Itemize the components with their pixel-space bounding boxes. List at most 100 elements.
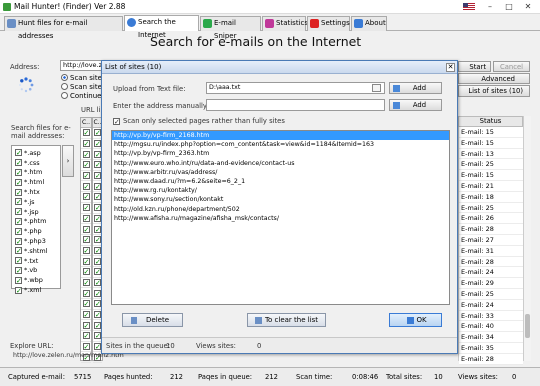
tab-statistics[interactable]: Statistics <box>262 16 308 31</box>
row-checkbox[interactable]: ✓ <box>82 193 90 201</box>
status-scrollbar[interactable] <box>523 116 531 361</box>
cancel-button[interactable]: Cancel <box>493 61 530 72</box>
row-checkbox[interactable]: ✓ <box>94 204 101 212</box>
start-button[interactable]: Start <box>458 61 491 72</box>
extension-item[interactable]: ✓ *.css <box>12 158 60 168</box>
extension-checkbox[interactable]: ✓ <box>15 198 22 206</box>
ok-button[interactable]: OK <box>389 313 442 327</box>
extension-item[interactable]: ✓ *.phtm <box>12 217 60 227</box>
row-checkbox[interactable]: ✓ <box>82 129 90 137</box>
status-column-header[interactable]: Status <box>458 116 523 127</box>
row-checkbox[interactable]: ✓ <box>82 257 90 265</box>
row-checkbox[interactable]: ✓ <box>94 182 101 190</box>
extension-item[interactable]: ✓ *.htx <box>12 187 60 197</box>
scan-only-option[interactable]: ✓ Scan only selected pages rather than f… <box>113 117 285 125</box>
extension-checkbox[interactable]: ✓ <box>15 188 22 196</box>
extension-item[interactable]: ✓ *.jsp <box>12 207 60 217</box>
row-checkbox[interactable]: ✓ <box>94 225 101 233</box>
extension-checkbox[interactable]: ✓ <box>15 159 22 167</box>
extension-checkbox[interactable]: ✓ <box>15 227 22 235</box>
row-checkbox[interactable]: ✓ <box>94 278 101 286</box>
row-checkbox[interactable]: ✓ <box>82 332 90 340</box>
extension-item[interactable]: ✓ *.html <box>12 177 60 187</box>
tab-hunt-files[interactable]: Hunt files for e-mail addresses <box>4 16 123 40</box>
row-checkbox[interactable]: ✓ <box>82 214 90 222</box>
url-list-item[interactable]: http://www.arbitr.ru/vas/address/ <box>112 168 449 177</box>
extension-item[interactable]: ✓ *.txt <box>12 256 60 266</box>
extension-checkbox[interactable]: ✓ <box>15 178 22 186</box>
url-list-item[interactable]: http://mgsu.ru/index.php?option=com_cont… <box>112 140 449 149</box>
close-icon[interactable]: ✕ <box>446 63 455 72</box>
tab-email-sniper[interactable]: E-mail Sniper <box>200 16 261 40</box>
radio-continue[interactable]: Continue <box>61 91 102 100</box>
extension-checkbox[interactable]: ✓ <box>15 217 22 225</box>
extension-checkbox[interactable]: ✓ <box>15 208 22 216</box>
row-checkbox[interactable]: ✓ <box>94 193 101 201</box>
extension-item[interactable]: ✓ *.xml <box>12 285 60 295</box>
clear-list-button[interactable]: To clear the list <box>247 313 326 327</box>
add-file-button[interactable]: Add <box>389 82 442 94</box>
row-checkbox[interactable]: ✓ <box>82 268 90 276</box>
extension-scroll-button[interactable]: › <box>62 145 74 177</box>
radio-button[interactable] <box>61 83 68 90</box>
row-checkbox[interactable]: ✓ <box>82 140 90 148</box>
extension-checkbox[interactable]: ✓ <box>15 237 22 245</box>
extension-checkbox[interactable]: ✓ <box>15 276 22 284</box>
url-list-item[interactable]: http://www.afisha.ru/magazine/afisha_msk… <box>112 214 449 223</box>
row-checkbox[interactable]: ✓ <box>94 129 101 137</box>
url-list-item[interactable]: http://old.kzn.ru/phone/department/502 <box>112 205 449 214</box>
row-checkbox[interactable]: ✓ <box>94 321 101 329</box>
row-checkbox[interactable]: ✓ <box>94 140 101 148</box>
url-list-item[interactable]: http://www.rg.ru/kontakty/ <box>112 186 449 195</box>
row-checkbox[interactable]: ✓ <box>82 300 90 308</box>
row-checkbox[interactable]: ✓ <box>82 289 90 297</box>
tab-search-internet[interactable]: Search the Internet <box>124 15 199 39</box>
extension-checkbox[interactable]: ✓ <box>15 149 22 157</box>
url-list-item[interactable]: http://www.euro.who.int/ru/data-and-evid… <box>112 159 449 168</box>
extension-item[interactable]: ✓ *.js <box>12 197 60 207</box>
scan-only-checkbox[interactable]: ✓ <box>113 117 120 125</box>
row-checkbox[interactable]: ✓ <box>82 182 90 190</box>
upload-file-input[interactable]: D:\aaa.txt <box>206 82 385 94</box>
extension-checkbox[interactable]: ✓ <box>15 168 22 176</box>
delete-button[interactable]: Delete <box>122 313 183 327</box>
row-checkbox[interactable]: ✓ <box>82 278 90 286</box>
close-icon[interactable]: ✕ <box>521 1 535 12</box>
row-checkbox[interactable]: ✓ <box>82 246 90 254</box>
add-address-button[interactable]: Add <box>389 99 442 111</box>
row-checkbox[interactable]: ✓ <box>94 257 101 265</box>
extension-checkbox[interactable]: ✓ <box>15 247 22 255</box>
row-checkbox[interactable]: ✓ <box>94 343 101 351</box>
scroll-thumb[interactable] <box>525 314 530 338</box>
row-checkbox[interactable]: ✓ <box>82 161 90 169</box>
row-checkbox[interactable]: ✓ <box>82 343 90 351</box>
row-checkbox[interactable]: ✓ <box>94 161 101 169</box>
advanced-button[interactable]: Advanced <box>458 73 530 84</box>
radio-button[interactable] <box>61 92 68 99</box>
manual-address-input[interactable] <box>206 99 385 111</box>
extension-item[interactable]: ✓ *.php3 <box>12 236 60 246</box>
browse-file-icon[interactable] <box>372 84 381 92</box>
extension-item[interactable]: ✓ *.wbp <box>12 275 60 285</box>
row-checkbox[interactable]: ✓ <box>94 268 101 276</box>
minimize-icon[interactable]: – <box>483 1 497 12</box>
row-checkbox[interactable]: ✓ <box>94 332 101 340</box>
extension-item[interactable]: ✓ *.vb <box>12 266 60 276</box>
radio-scan-site-2[interactable]: Scan site <box>61 82 102 91</box>
extension-item[interactable]: ✓ *.shtml <box>12 246 60 256</box>
row-checkbox[interactable]: ✓ <box>82 172 90 180</box>
extension-item[interactable]: ✓ *.htm <box>12 168 60 178</box>
extension-checkbox[interactable]: ✓ <box>15 266 22 274</box>
list-of-sites-button[interactable]: List of sites (10) <box>458 85 530 97</box>
row-checkbox[interactable]: ✓ <box>94 172 101 180</box>
row-checkbox[interactable]: ✓ <box>82 204 90 212</box>
us-flag-icon[interactable] <box>463 3 475 11</box>
row-checkbox[interactable]: ✓ <box>94 236 101 244</box>
extension-checkbox[interactable]: ✓ <box>15 257 22 265</box>
row-checkbox[interactable]: ✓ <box>82 150 90 158</box>
tab-about[interactable]: About <box>351 16 387 31</box>
row-checkbox[interactable]: ✓ <box>94 311 101 319</box>
row-checkbox[interactable]: ✓ <box>94 300 101 308</box>
row-checkbox[interactable]: ✓ <box>94 289 101 297</box>
radio-button[interactable] <box>61 74 68 81</box>
